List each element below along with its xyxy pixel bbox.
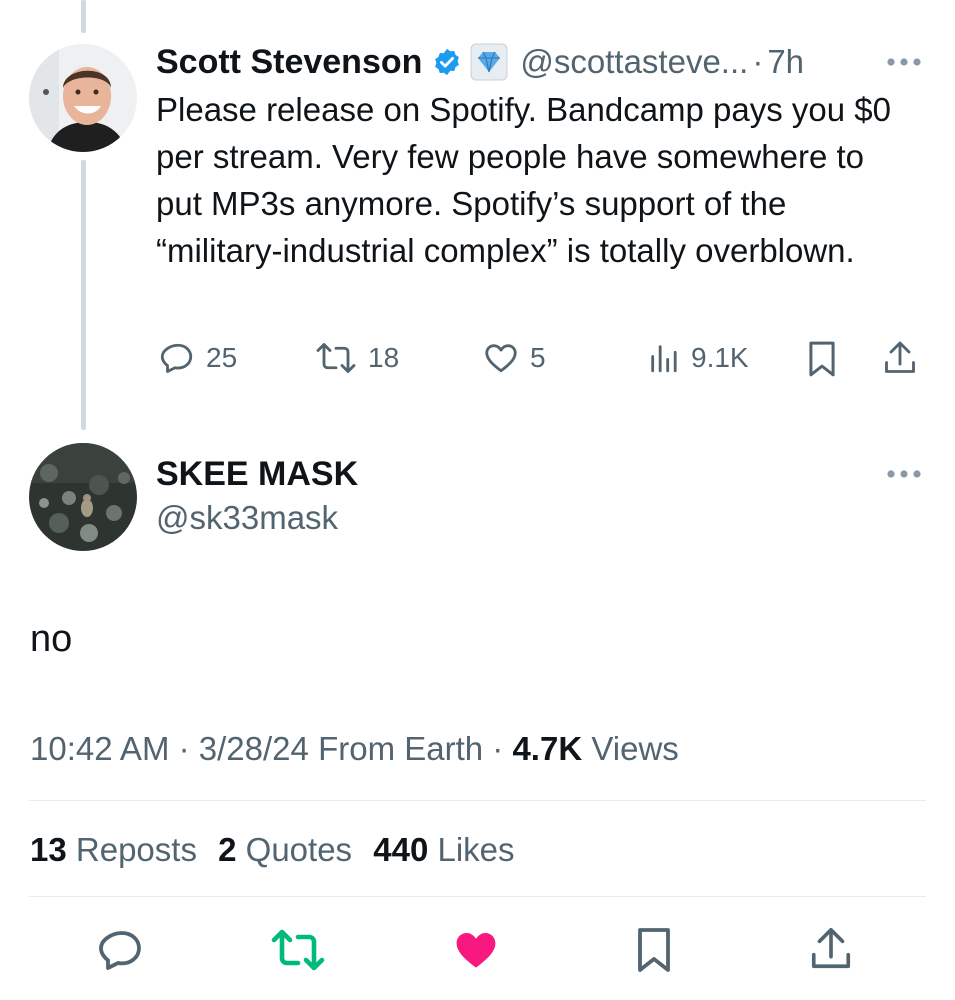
quotes-label: Quotes [245, 831, 353, 868]
bar-chart-icon [647, 340, 681, 376]
bottom-share-button[interactable] [808, 924, 854, 979]
tweet-date[interactable]: 3/28/24 [199, 730, 309, 767]
thread-line-middle [81, 160, 86, 430]
repost-count: 18 [368, 342, 400, 373]
speech-bubble-icon [160, 340, 196, 376]
avatar-skee-mask[interactable] [29, 443, 137, 551]
reposts-stat[interactable]: 13 Reposts [30, 831, 206, 868]
divider-top [29, 800, 926, 801]
likes-label: Likes [437, 831, 515, 868]
reply-count: 25 [206, 342, 238, 373]
share-upload-icon [808, 928, 854, 978]
parent-tweet-text: Please release on Spotify. Bandcamp pays… [156, 91, 892, 269]
speech-bubble-icon [98, 931, 146, 978]
likes-stat[interactable]: 440 Likes [373, 831, 514, 868]
share-button[interactable] [882, 338, 918, 378]
reply-author-name[interactable]: SKEE MASK [156, 454, 358, 494]
view-count: 9.1K [691, 342, 749, 373]
diamond-badge-icon [470, 43, 508, 81]
author-name[interactable]: Scott Stevenson [156, 43, 422, 82]
divider-bottom [29, 896, 926, 897]
like-button[interactable]: 5 [482, 340, 546, 376]
bottom-repost-button[interactable] [270, 926, 326, 979]
verified-badge-icon [432, 47, 462, 77]
likes-count: 440 [373, 831, 429, 868]
avatar-scott[interactable] [29, 44, 137, 152]
share-upload-icon [882, 338, 918, 378]
repost-arrows-icon [314, 340, 358, 376]
engagement-stats: 13 Reposts 2 Quotes 440 Likes [30, 828, 515, 872]
bottom-bookmark-button[interactable] [634, 925, 674, 980]
tweet-meta: 10:42 AM · 3/28/24 From Earth · 4.7K Vie… [30, 727, 679, 771]
bookmark-icon [634, 928, 674, 979]
reposts-count: 13 [30, 831, 67, 868]
quotes-stat[interactable]: 2 Quotes [218, 831, 361, 868]
bottom-like-button[interactable] [451, 926, 501, 979]
tweet-time-ago[interactable]: 7h [767, 43, 804, 81]
repost-arrows-icon [270, 929, 326, 978]
author-handle[interactable]: @scottasteve... [520, 43, 748, 81]
reply-tweet-text: no [30, 618, 73, 660]
views-label: Views [591, 730, 679, 767]
reply-author-handle[interactable]: @sk33mask [156, 497, 338, 539]
reply-button[interactable]: 25 [160, 340, 237, 376]
parent-tweet-header: Scott Stevenson @scottasteve... · 7h [156, 40, 804, 84]
tweet-time[interactable]: 10:42 AM [30, 730, 169, 767]
views-button[interactable]: 9.1K [647, 340, 749, 376]
thread-line-top [81, 0, 86, 33]
meta-separator: · [492, 730, 504, 767]
repost-button[interactable]: 18 [314, 340, 399, 376]
tweet-source: From Earth [318, 730, 484, 767]
bottom-reply-button[interactable] [98, 926, 146, 979]
meta-separator: · [178, 730, 190, 767]
bookmark-icon [806, 340, 838, 378]
bookmark-button[interactable] [806, 340, 838, 378]
heart-icon [451, 933, 501, 978]
quotes-count: 2 [218, 831, 237, 868]
heart-icon [482, 340, 520, 376]
handle-time-separator: · [752, 43, 764, 80]
more-dots-icon[interactable] [886, 55, 922, 73]
views-count: 4.7K [512, 730, 583, 767]
like-count: 5 [530, 342, 546, 373]
more-dots-icon[interactable] [886, 467, 922, 485]
reposts-label: Reposts [75, 831, 197, 868]
